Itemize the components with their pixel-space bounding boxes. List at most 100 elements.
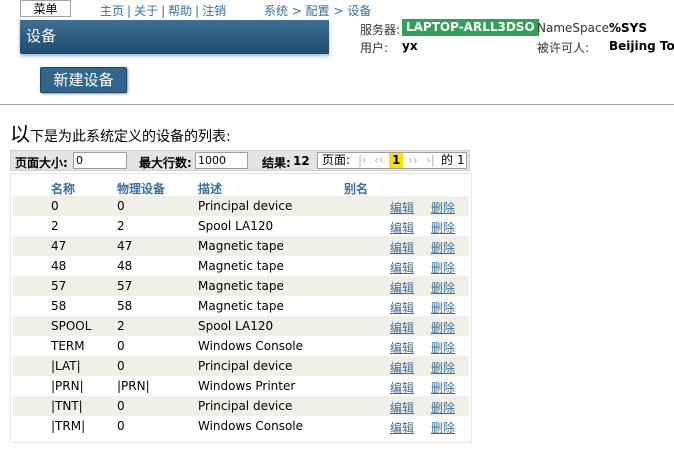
cell-name: |PRN| bbox=[51, 379, 84, 393]
first-page-icon[interactable]: |‹ bbox=[358, 153, 367, 168]
cell-physical-device: 0 bbox=[117, 199, 125, 213]
table-row: 57 57 Magnetic tape 编辑 删除 bbox=[13, 276, 469, 296]
delete-link[interactable]: 删除 bbox=[431, 219, 455, 236]
current-page[interactable]: 1 bbox=[389, 153, 404, 168]
cell-description: Windows Console bbox=[198, 419, 304, 433]
delete-link[interactable]: 删除 bbox=[431, 419, 455, 436]
max-rows-label: 最大行数: bbox=[139, 156, 192, 170]
delete-link[interactable]: 删除 bbox=[431, 319, 455, 336]
cell-name: TERM bbox=[51, 339, 85, 353]
cell-description: Spool LA120 bbox=[198, 319, 274, 333]
user-label: 用户: bbox=[360, 41, 389, 55]
edit-link[interactable]: 编辑 bbox=[390, 339, 414, 356]
prev-page-icon[interactable]: ‹‹ bbox=[374, 153, 384, 168]
cell-physical-device: 48 bbox=[117, 259, 133, 273]
delete-link[interactable]: 删除 bbox=[431, 399, 455, 416]
edit-link[interactable]: 编辑 bbox=[390, 199, 414, 216]
cell-name: |TNT| bbox=[51, 399, 83, 413]
delete-link[interactable]: 删除 bbox=[431, 359, 455, 376]
devices-table: 名称 物理设备 描述 别名 0 0 Principal device 编辑 删除 2 2 Sp… bbox=[10, 173, 472, 443]
user-value: yx bbox=[402, 39, 418, 53]
edit-link[interactable]: 编辑 bbox=[390, 239, 414, 256]
cell-name: 2 bbox=[51, 219, 59, 233]
cell-physical-device: 0 bbox=[117, 399, 125, 413]
licensee-value: Beijing Ton bbox=[609, 39, 674, 53]
pager-bar: 页面大小: 最大行数: 结果: 12 页面: |‹ ‹‹ 1 ›› ›| 的 1 bbox=[10, 150, 470, 171]
table-row: |TRM| 0 Windows Console 编辑 删除 bbox=[13, 416, 469, 436]
home-link[interactable]: 主页 bbox=[100, 4, 124, 18]
cell-physical-device: |PRN| bbox=[117, 379, 150, 393]
cell-description: Windows Printer bbox=[198, 379, 296, 393]
cell-name: |TRM| bbox=[51, 419, 86, 433]
page-size-label: 页面大小: bbox=[15, 156, 68, 170]
edit-link[interactable]: 编辑 bbox=[390, 219, 414, 236]
delete-link[interactable]: 删除 bbox=[431, 259, 455, 276]
table-row: 2 2 Spool LA120 编辑 删除 bbox=[13, 216, 469, 236]
edit-link[interactable]: 编辑 bbox=[390, 279, 414, 296]
delete-link[interactable]: 删除 bbox=[431, 339, 455, 356]
total-pages: 1 bbox=[457, 153, 465, 167]
cell-name: 47 bbox=[51, 239, 67, 253]
table-row: 47 47 Magnetic tape 编辑 删除 bbox=[13, 236, 469, 256]
cell-description: Principal device bbox=[198, 359, 293, 373]
help-link[interactable]: 帮助 bbox=[168, 4, 192, 18]
table-row: 48 48 Magnetic tape 编辑 删除 bbox=[13, 256, 469, 276]
column-header-description[interactable]: 描述 bbox=[198, 180, 222, 197]
cell-description: Principal device bbox=[198, 199, 293, 213]
cell-description: Spool LA120 bbox=[198, 219, 274, 233]
of-label: 的 bbox=[441, 153, 454, 167]
breadcrumb[interactable]: 系统 > 配置 > 设备 bbox=[264, 2, 371, 19]
column-header-physical-device[interactable]: 物理设备 bbox=[117, 180, 165, 197]
delete-link[interactable]: 删除 bbox=[431, 299, 455, 316]
top-links: 主页 | 关于 | 帮助 | 注销 bbox=[100, 4, 227, 18]
cell-description: Magnetic tape bbox=[198, 299, 284, 313]
new-device-button[interactable]: 新建设备 bbox=[40, 67, 127, 93]
last-page-icon[interactable]: ›| bbox=[426, 153, 435, 168]
cell-description: Magnetic tape bbox=[198, 239, 284, 253]
menu-button[interactable]: 菜单 bbox=[20, 0, 71, 17]
edit-link[interactable]: 编辑 bbox=[390, 359, 414, 376]
cell-physical-device: 57 bbox=[117, 279, 133, 293]
column-header-name[interactable]: 名称 bbox=[51, 180, 75, 197]
table-row: 58 58 Magnetic tape 编辑 删除 bbox=[13, 296, 469, 316]
edit-link[interactable]: 编辑 bbox=[390, 379, 414, 396]
cell-physical-device: 2 bbox=[117, 219, 125, 233]
page-label: 页面: bbox=[322, 153, 351, 167]
table-row: TERM 0 Windows Console 编辑 删除 bbox=[13, 336, 469, 356]
page-navigator: 页面: |‹ ‹‹ 1 ›› ›| 的 1 bbox=[317, 152, 467, 169]
server-name-badge: LAPTOP-ARLL3DSO bbox=[402, 19, 539, 36]
cell-physical-device: 0 bbox=[117, 419, 125, 433]
divider bbox=[0, 104, 674, 105]
edit-link[interactable]: 编辑 bbox=[390, 399, 414, 416]
delete-link[interactable]: 删除 bbox=[431, 239, 455, 256]
namespace-label: NameSpace: bbox=[537, 21, 614, 35]
description-first-char: 以 bbox=[10, 122, 30, 146]
about-link[interactable]: 关于 bbox=[134, 4, 158, 18]
edit-link[interactable]: 编辑 bbox=[390, 299, 414, 316]
table-row: |LAT| 0 Principal device 编辑 删除 bbox=[13, 356, 469, 376]
cell-name: 48 bbox=[51, 259, 67, 273]
table-row: SPOOL 2 Spool LA120 编辑 删除 bbox=[13, 316, 469, 336]
delete-link[interactable]: 删除 bbox=[431, 279, 455, 296]
page-size-input[interactable] bbox=[73, 152, 127, 169]
delete-link[interactable]: 删除 bbox=[431, 379, 455, 396]
edit-link[interactable]: 编辑 bbox=[390, 259, 414, 276]
edit-link[interactable]: 编辑 bbox=[390, 319, 414, 336]
cell-physical-device: 0 bbox=[117, 339, 125, 353]
page-title: 设备 bbox=[20, 20, 329, 54]
column-header-alias[interactable]: 别名 bbox=[344, 180, 368, 197]
cell-description: Magnetic tape bbox=[198, 259, 284, 273]
table-row: |PRN| |PRN| Windows Printer 编辑 删除 bbox=[13, 376, 469, 396]
next-page-icon[interactable]: ›› bbox=[408, 153, 418, 168]
cell-physical-device: 47 bbox=[117, 239, 133, 253]
server-label: 服务器: bbox=[360, 23, 401, 37]
cell-name: 0 bbox=[51, 199, 59, 213]
results-label: 结果: bbox=[262, 156, 291, 170]
cell-description: Windows Console bbox=[198, 339, 304, 353]
max-rows-input[interactable] bbox=[195, 152, 248, 169]
logout-link[interactable]: 注销 bbox=[202, 4, 226, 18]
cell-name: |LAT| bbox=[51, 359, 81, 373]
page-description: 以下是为此系统定义的设备的列表: bbox=[10, 118, 231, 147]
delete-link[interactable]: 删除 bbox=[431, 199, 455, 216]
edit-link[interactable]: 编辑 bbox=[390, 419, 414, 436]
